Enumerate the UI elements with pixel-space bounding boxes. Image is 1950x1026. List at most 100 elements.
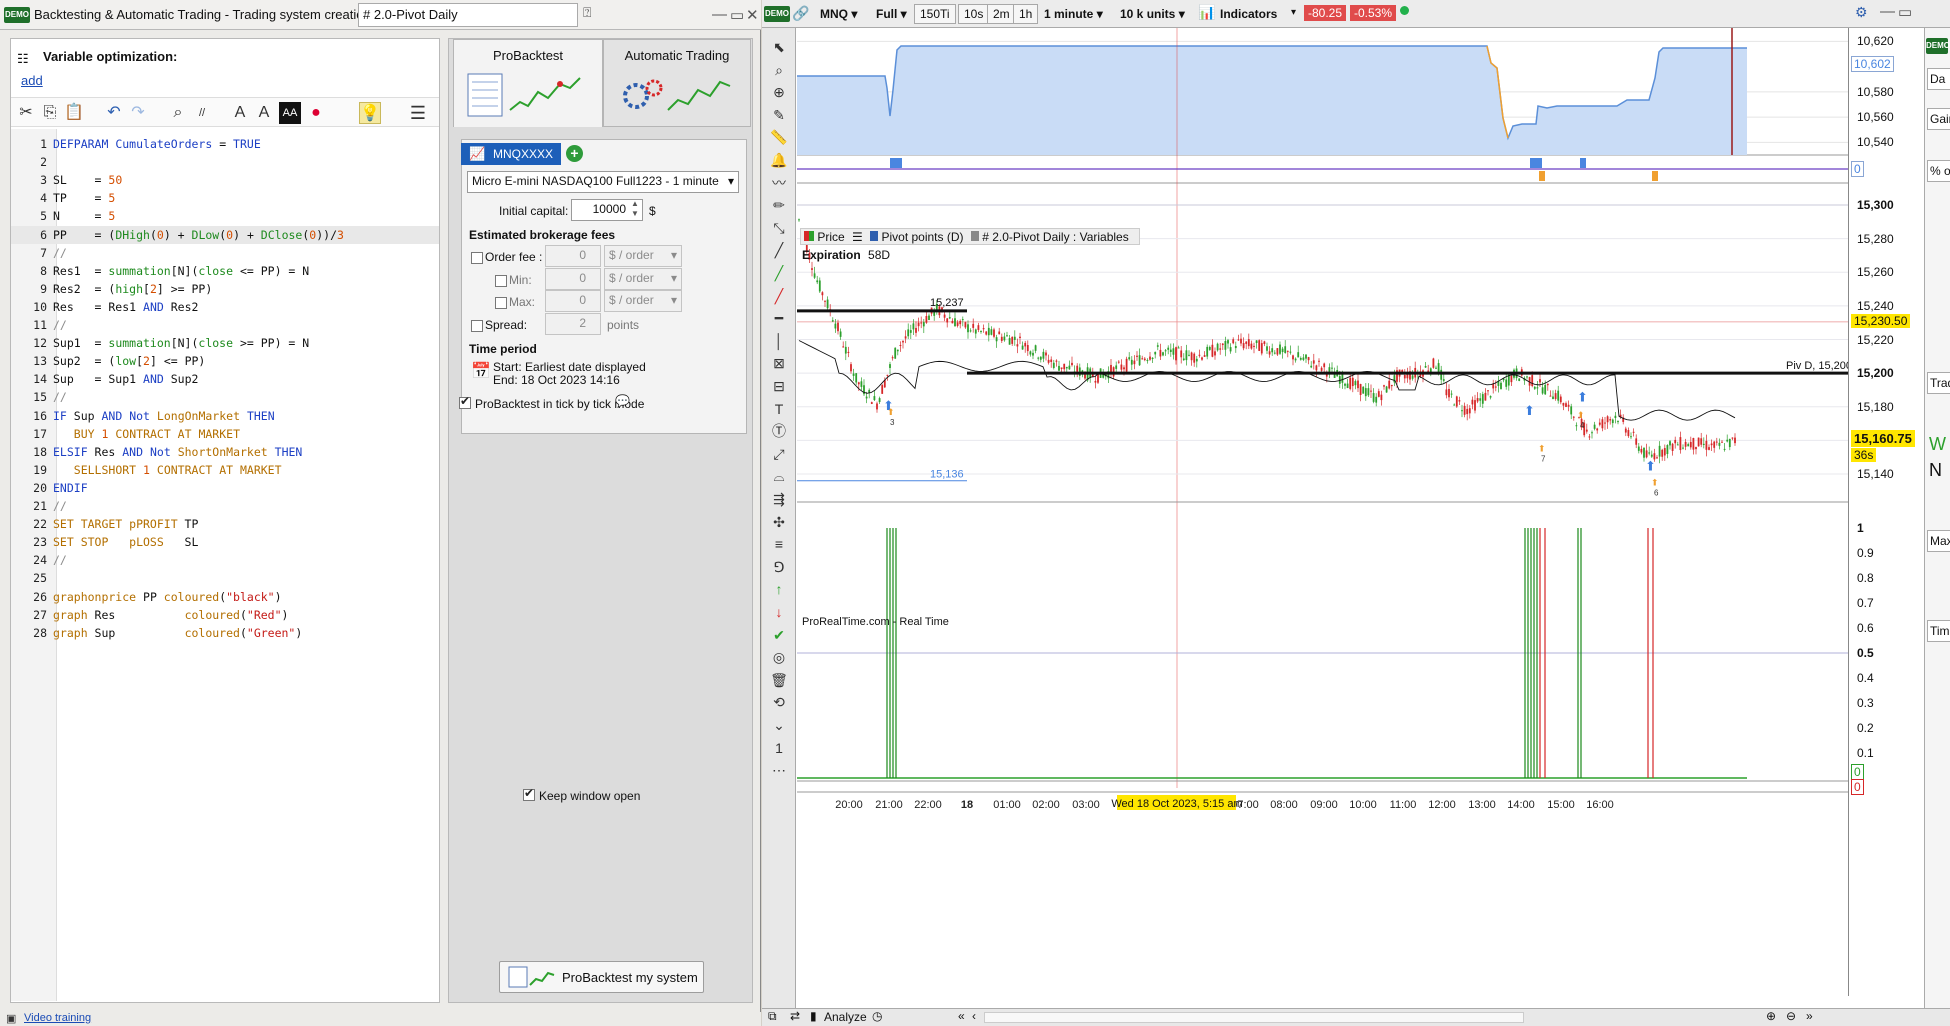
target-icon[interactable]: ◎ (768, 646, 790, 668)
legend-pivot[interactable]: Pivot points (D) (881, 230, 963, 244)
cut-icon[interactable]: ✂ (15, 102, 37, 124)
restore-icon[interactable]: ▭ (730, 6, 744, 24)
calendar-icon[interactable]: 📅 (471, 361, 491, 381)
zoom-icon[interactable]: ⌕ (768, 59, 790, 81)
alert-bell-icon[interactable]: 🔔 (768, 149, 790, 171)
history-select[interactable]: Full ▾ (870, 4, 913, 24)
compare-icon[interactable]: ⇄ (790, 1009, 800, 1023)
side-panel-label[interactable]: N (1927, 460, 1950, 482)
code-line[interactable]: 16 IF Sup AND Not LongOnMarket THEN (11, 407, 439, 425)
fan-icon[interactable]: ≡ (768, 533, 790, 555)
scroll-left-icon[interactable]: « (958, 1009, 965, 1023)
symbol-select[interactable]: MNQ ▾ (814, 4, 863, 24)
chart-style-icon[interactable]: ⧉ (768, 1009, 777, 1024)
timeframe-10s[interactable]: 10s (958, 4, 990, 24)
vertical-line-icon[interactable]: │ (768, 330, 790, 352)
measure-icon[interactable]: 📏 (768, 126, 790, 148)
fibonacci-icon[interactable]: ⇶ (768, 488, 790, 510)
spread-checkbox[interactable] (471, 320, 483, 332)
code-line[interactable]: 19 SELLSHORT 1 CONTRACT AT MARKET (11, 461, 439, 479)
buy-arrow-icon[interactable]: ↑ (768, 578, 790, 600)
code-line[interactable]: 17 BUY 1 CONTRACT AT MARKET (11, 425, 439, 443)
segment-icon[interactable]: ⤡ (768, 217, 790, 239)
code-line[interactable]: 26 graphonprice PP coloured("black") (11, 588, 439, 606)
channel-icon[interactable]: ⊠ (768, 352, 790, 374)
zoom-area-icon[interactable]: ⊕ (768, 81, 790, 103)
timeframe-2m[interactable]: 2m (987, 4, 1016, 24)
side-panel-label[interactable]: Tim (1927, 620, 1950, 642)
code-line[interactable]: 24 // (11, 551, 439, 569)
side-panel-label[interactable]: Trad (1927, 372, 1950, 394)
analyze-icon[interactable]: ▮ (810, 1009, 817, 1023)
code-line[interactable]: 21 // (11, 497, 439, 515)
font-decrease-icon[interactable]: A (229, 102, 251, 124)
more-icon[interactable]: ⋯ (768, 759, 790, 781)
pencil-icon[interactable]: ✏ (768, 194, 790, 216)
horizontal-scrollbar[interactable] (984, 1012, 1524, 1023)
star-icon[interactable]: ✣ (768, 511, 790, 533)
zoom-out-icon[interactable]: ⊖ (1786, 1009, 1796, 1023)
code-line[interactable]: 10 Res = Res1 AND Res2 (11, 298, 439, 316)
tab-probacktest[interactable]: ProBacktest (453, 39, 603, 127)
side-panel-label[interactable]: W (1927, 434, 1950, 456)
code-line[interactable]: 3 SL = 50 (11, 171, 439, 189)
rectangle-icon[interactable]: ⤢ (768, 443, 790, 465)
line-icon[interactable]: ╱ (768, 239, 790, 261)
ellipse-icon[interactable]: ⌓ (768, 465, 790, 487)
line-green-icon[interactable]: ╱ (768, 262, 790, 284)
restore-icon[interactable]: ▭ (1898, 3, 1912, 21)
code-line[interactable]: 13 Sup2 = (low[2] <= PP) (11, 352, 439, 370)
zoom-in-icon[interactable]: ⊕ (1766, 1009, 1776, 1023)
min-checkbox[interactable] (495, 275, 507, 287)
redo-icon[interactable]: ↷ (127, 102, 149, 124)
order-fee-checkbox[interactable] (471, 252, 483, 264)
code-line[interactable]: 4 TP = 5 (11, 189, 439, 207)
comment-icon[interactable]: // (191, 102, 213, 124)
code-line[interactable]: 14 Sup = Sup1 AND Sup2 (11, 370, 439, 388)
code-line[interactable]: 2 (11, 153, 439, 171)
timeframe-1h[interactable]: 1h (1013, 4, 1039, 24)
code-area[interactable]: 1 DEFPARAM CumulateOrders = TRUE 2 3 SL = 50… (11, 129, 439, 1001)
add-variable-link[interactable]: add (21, 73, 43, 88)
minimize-icon[interactable]: — (712, 6, 727, 23)
analyze-label[interactable]: Analyze (824, 1010, 867, 1024)
line-red-icon[interactable]: ╱ (768, 285, 790, 307)
code-line[interactable]: 25 (11, 569, 439, 587)
capital-spinner-icon[interactable]: ▲ ▼ (631, 199, 639, 219)
search-icon[interactable]: ⌕ (167, 102, 189, 124)
legend-price[interactable]: Price (817, 230, 844, 244)
copy-icon[interactable]: ⎘ (39, 102, 61, 124)
code-line[interactable]: 7 // (11, 244, 439, 262)
layer-icon[interactable]: 1 (768, 737, 790, 759)
timeframe-150ti[interactable]: 150Ti (914, 4, 956, 24)
sell-arrow-icon[interactable]: ↓ (768, 601, 790, 623)
code-line[interactable]: 6 PP = (DHigh(0) + DLow(0) + DClose(0))/3 (11, 225, 439, 244)
link-icon[interactable]: 🔗 (792, 5, 809, 22)
text-icon[interactable]: T (768, 398, 790, 420)
indicators-button[interactable]: Indicators (1214, 4, 1283, 24)
code-line[interactable]: 12 Sup1 = summation[N](close >= PP) = N (11, 334, 439, 352)
paste-icon[interactable]: 📋 (63, 102, 85, 124)
code-line[interactable]: 28 graph Sup coloured("Green") (11, 624, 439, 642)
highlight-icon[interactable]: AA (279, 102, 301, 124)
trash-icon[interactable]: 🗑 (768, 669, 790, 691)
more-down-icon[interactable]: ⌄ (768, 714, 790, 736)
code-line[interactable]: 18 ELSIF Res AND Not ShortOnMarket THEN (11, 443, 439, 461)
max-fee-input[interactable]: 0 (545, 290, 601, 312)
close-icon[interactable]: ✕ (746, 6, 759, 24)
max-fee-unit-select[interactable]: $ / order ▾ (604, 290, 682, 312)
min-fee-input[interactable]: 0 (545, 268, 601, 290)
chart-area[interactable]: 15,23715,136Piv D, 15,200⬆ ⬆⬆⬆3⬆7⬆4⬆6⬆ 20… (797, 28, 1848, 996)
code-line[interactable]: 8 Res1 = summation[N](close <= PP) = N (11, 262, 439, 280)
spread-input[interactable]: 2 (545, 313, 601, 335)
keep-window-open-checkbox[interactable] (523, 786, 535, 801)
list-icon[interactable]: ☰ (852, 230, 863, 244)
settings-gear-icon[interactable]: ⚙ (1855, 4, 1868, 21)
minimize-icon[interactable]: — (1880, 3, 1895, 20)
code-line[interactable]: 1 DEFPARAM CumulateOrders = TRUE (11, 135, 439, 153)
bulb-icon[interactable]: 💡 (359, 102, 381, 124)
ruler-icon[interactable]: ✎ (768, 104, 790, 126)
system-name-field[interactable]: # 2.0-Pivot Daily (358, 3, 578, 27)
code-line[interactable]: 15 // (11, 388, 439, 406)
code-line[interactable]: 5 N = 5 (11, 207, 439, 225)
